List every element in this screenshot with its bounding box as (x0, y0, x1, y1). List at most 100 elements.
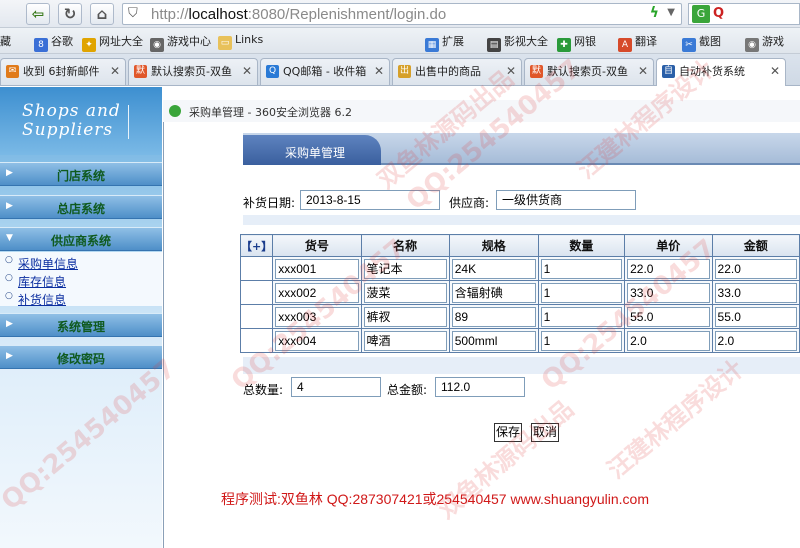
submenu-replenishment[interactable]: 补货信息 (5, 291, 66, 308)
toolbar-video[interactable]: ▤ 影视大全 (487, 33, 548, 52)
cell-input[interactable]: 55.0 (714, 306, 797, 327)
menu-change-password[interactable]: ▶ 修改密码 (0, 345, 162, 369)
toolbar-bank[interactable]: ✚ 网银 (557, 33, 596, 52)
column-header: 货号 (272, 234, 362, 257)
cancel-button[interactable]: 取消 (531, 423, 559, 442)
bookmark-favorites[interactable]: 藏 (0, 33, 11, 49)
date-label: 补货日期: (243, 196, 296, 210)
tab-search-1[interactable]: 默 默认搜索页-双鱼 ✕ (128, 58, 258, 85)
divider-strip (243, 357, 800, 374)
table-cell: xxx004 (272, 328, 362, 353)
tab-label: 收到 6封新邮件 (23, 65, 100, 78)
film-icon: ▤ (487, 38, 501, 52)
cell-input[interactable]: 33.0 (627, 282, 710, 303)
row-selector-cell[interactable] (239, 256, 274, 281)
table-cell: 24K (448, 256, 539, 281)
tab-products[interactable]: 出 出售中的商品 ✕ (392, 58, 522, 85)
table-cell: 2.0 (624, 328, 713, 353)
cell-input[interactable]: xxx003 (275, 306, 359, 327)
table-cell: 裤衩 (360, 304, 450, 329)
menu-store-system[interactable]: ▶ 门店系统 (0, 162, 162, 186)
menu-headquarters-system[interactable]: ▶ 总店系统 (0, 195, 162, 219)
tab-favicon-icon: Q (266, 65, 279, 78)
url-text: http://localhost:8080/Replenishment/logi… (151, 6, 446, 23)
cell-input[interactable]: 笔记本 (363, 258, 447, 279)
cell-input[interactable]: 1 (540, 306, 623, 327)
cell-input[interactable]: 含辐射碘 (451, 282, 536, 303)
table-cell: 22.0 (711, 256, 800, 281)
bookmark-game-center[interactable]: ◉ 游戏中心 (150, 33, 211, 52)
address-bar[interactable]: ⛉ http://localhost:8080/Replenishment/lo… (122, 3, 682, 25)
row-selector-cell[interactable] (239, 280, 274, 305)
row-selector-cell[interactable] (239, 304, 274, 329)
cell-input[interactable]: 89 (451, 306, 536, 327)
url-dropdown-icon[interactable]: ▼ (667, 7, 675, 18)
cell-input[interactable]: 500mml (451, 330, 536, 351)
submenu-purchase-orders[interactable]: 采购单信息 (5, 255, 78, 272)
menu-label: 供应商系统 (50, 234, 111, 248)
back-button[interactable]: ⇦ (26, 3, 50, 25)
toolbar-screenshot[interactable]: ✂ 截图 (682, 33, 721, 52)
cell-input[interactable]: 2.0 (627, 330, 710, 351)
cell-input[interactable]: 裤衩 (363, 306, 447, 327)
bookmark-google[interactable]: 8 谷歌 (34, 33, 73, 52)
table-cell: 1 (537, 328, 626, 353)
tab-mail[interactable]: ✉ 收到 6封新邮件 ✕ (0, 58, 126, 85)
bookmark-links[interactable]: ▭ Links (218, 33, 263, 50)
supplier-submenu: 采购单信息 库存信息 补货信息 (0, 252, 162, 308)
cell-input[interactable]: 2.0 (714, 330, 797, 351)
total-quantity-field[interactable]: 4 (291, 377, 381, 397)
cell-input[interactable]: xxx002 (275, 282, 359, 303)
toolbar-extensions[interactable]: ▦ 扩展 (425, 33, 464, 52)
cell-input[interactable]: 24K (451, 258, 536, 279)
supplier-field[interactable]: 一级供货商 (496, 190, 636, 210)
menu-system-admin[interactable]: ▶ 系统管理 (0, 313, 162, 337)
save-button[interactable]: 保存 (494, 423, 522, 442)
url-host: localhost (188, 6, 248, 23)
cell-input[interactable]: 1 (540, 258, 623, 279)
divider-strip (243, 215, 800, 225)
close-icon[interactable]: ✕ (770, 59, 780, 84)
search-engine-icon[interactable]: G (692, 5, 710, 23)
menu-supplier-system[interactable]: ▼ 供应商系统 (0, 227, 162, 251)
total-amount-field[interactable]: 112.0 (435, 377, 525, 397)
tab-replenishment[interactable]: 自 自动补货系统 ✕ (656, 58, 786, 86)
toolbar-games[interactable]: ◉ 游戏 (745, 33, 784, 52)
refresh-button[interactable]: ↻ (58, 3, 82, 25)
table-header-row: 【+】 货号 名称 规格 数量 单价 金额 (239, 234, 800, 257)
close-icon[interactable]: ✕ (242, 59, 252, 84)
submenu-inventory[interactable]: 库存信息 (5, 273, 66, 290)
cell-input[interactable]: xxx004 (275, 330, 359, 351)
toolbar-translate[interactable]: A 翻译 (618, 33, 657, 52)
cell-input[interactable]: 22.0 (714, 258, 797, 279)
cell-input[interactable]: 22.0 (627, 258, 710, 279)
row-selector-cell[interactable] (239, 328, 274, 353)
translate-icon: A (618, 38, 632, 52)
date-field[interactable]: 2013-8-15 (300, 190, 440, 210)
cell-input[interactable]: 55.0 (627, 306, 710, 327)
bookmark-label: Links (235, 33, 264, 46)
close-icon[interactable]: ✕ (638, 59, 648, 84)
cell-input[interactable]: 菠菜 (363, 282, 447, 303)
tab-search-2[interactable]: 默 默认搜索页-双鱼 ✕ (524, 58, 654, 85)
bookmark-label: 翻译 (635, 35, 657, 48)
cell-input[interactable]: xxx001 (275, 258, 359, 279)
home-button[interactable]: ⌂ (90, 3, 114, 25)
search-box[interactable]: G Q (688, 3, 800, 25)
bookmark-label: 游戏中心 (167, 35, 211, 48)
sidebar: Shops and Suppliers ▶ 门店系统 ▶ 总店系统 ▼ 供应商系… (0, 87, 162, 548)
add-row-button[interactable]: 【+】 (239, 234, 274, 257)
cell-input[interactable]: 33.0 (714, 282, 797, 303)
footer-credit: 程序测试:双鱼林 QQ:287307421或254540457 www.shua… (221, 491, 649, 507)
tab-qqmail[interactable]: Q QQ邮箱 - 收件箱 ✕ (260, 58, 390, 85)
speed-mode-icon[interactable]: ϟ (650, 5, 659, 21)
close-icon[interactable]: ✕ (110, 59, 120, 84)
cell-input[interactable]: 1 (540, 330, 623, 351)
table-cell: 2.0 (711, 328, 800, 353)
cell-input[interactable]: 1 (540, 282, 623, 303)
bookmark-site-nav[interactable]: ✦ 网址大全 (82, 33, 143, 52)
cell-input[interactable]: 啤酒 (363, 330, 447, 351)
shield-icon: ⛉ (128, 6, 138, 21)
close-icon[interactable]: ✕ (506, 59, 516, 84)
close-icon[interactable]: ✕ (374, 59, 384, 84)
